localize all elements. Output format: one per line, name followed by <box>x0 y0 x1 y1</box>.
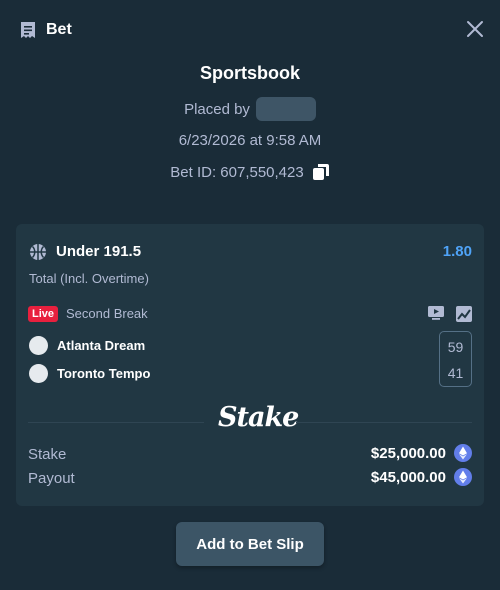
payout-amount: $45,000.00 <box>370 469 446 486</box>
live-badge: Live <box>28 306 59 322</box>
bet-id: Bet ID: 607,550,423 <box>170 163 304 181</box>
add-to-bet-slip-button[interactable]: Add to Bet Slip <box>176 522 324 566</box>
divider <box>28 422 204 423</box>
team-name: Toronto Tempo <box>57 366 151 381</box>
stats-icon[interactable] <box>456 306 472 322</box>
match-status: Second Break <box>66 306 148 321</box>
team-score: 41 <box>447 365 464 381</box>
team-name: Atlanta Dream <box>57 338 146 353</box>
bet-datetime: 6/23/2026 at 9:58 AM <box>178 132 322 149</box>
payout-label: Payout <box>28 470 75 487</box>
divider <box>296 422 472 423</box>
basketball-icon <box>30 244 46 260</box>
ethereum-icon <box>454 468 472 486</box>
team-score: 59 <box>447 339 464 355</box>
stake-logo: Stake <box>218 402 299 433</box>
score-box: 59 41 <box>439 331 472 387</box>
stake-amount: $25,000.00 <box>370 445 446 462</box>
market-type: Total (Incl. Overtime) <box>29 271 149 286</box>
copy-icon[interactable] <box>312 163 330 181</box>
team-logo <box>29 364 48 383</box>
placed-by-label: Placed by <box>184 100 250 118</box>
bet-card: Under 191.5 1.80 Total (Incl. Overtime) … <box>16 224 484 506</box>
placed-by-line: Placed by <box>0 97 500 121</box>
team-logo <box>29 336 48 355</box>
live-stream-icon[interactable] <box>428 306 444 320</box>
ethereum-icon <box>454 444 472 462</box>
market-selection: Under 191.5 <box>56 243 142 260</box>
close-icon[interactable] <box>466 20 484 38</box>
modal-title: Bet <box>46 21 72 38</box>
stake-label: Stake <box>28 446 67 463</box>
sportsbook-title: Sportsbook <box>199 63 300 83</box>
redacted-username <box>255 97 316 121</box>
bet-id-line: Bet ID: 607,550,423 <box>0 163 500 181</box>
odds-value: 1.80 <box>442 243 472 260</box>
receipt-icon <box>21 22 35 38</box>
modal-header: Bet <box>0 0 500 60</box>
